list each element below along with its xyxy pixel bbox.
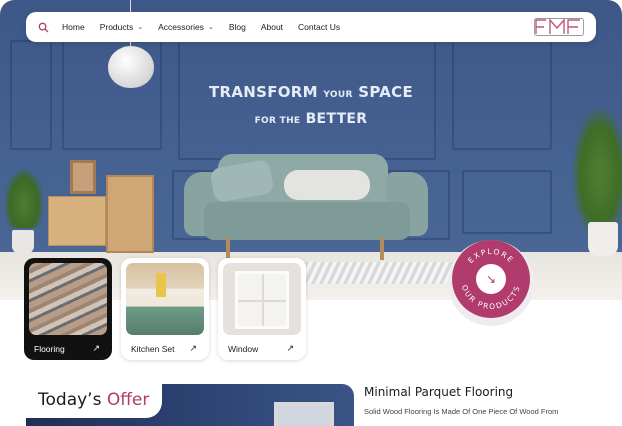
category-card-kitchen-set[interactable]: Kitchen Set ↗	[121, 258, 209, 360]
search-icon[interactable]	[36, 20, 50, 34]
category-card-flooring[interactable]: Flooring ↗	[24, 258, 112, 360]
headline-word: BETTER	[305, 111, 368, 127]
category-card-window[interactable]: Window ↗	[218, 258, 306, 360]
arrow-up-right-icon: ↗	[286, 343, 294, 353]
window-transom	[238, 300, 286, 302]
product-description: Solid Wood Flooring Is Made Of One Piece…	[364, 407, 559, 416]
nav-label: Blog	[228, 22, 246, 32]
offer-image-frame	[274, 402, 334, 426]
sofa-leg	[226, 238, 230, 260]
nav-home[interactable]: Home	[62, 22, 85, 32]
pillow-right	[284, 170, 370, 200]
category-label: Flooring	[34, 344, 65, 354]
wall-panel	[462, 170, 552, 234]
nav-label: Home	[62, 22, 85, 32]
category-label: Window	[228, 344, 259, 354]
offer-title: Today’s Offer	[38, 390, 149, 410]
arrow-down-right-icon[interactable]: ↘	[476, 264, 506, 294]
navbar: Home Products ⌄ Accessories ⌄ Blog About C…	[26, 12, 596, 42]
brand-logo[interactable]	[534, 18, 584, 36]
nav-accessories[interactable]: Accessories ⌄	[158, 22, 214, 32]
page: TRANSFORM YOUR SPACE FOR THE BETTER Home…	[0, 0, 622, 426]
window-image	[223, 263, 301, 335]
badge-text-top: EXPLORE	[466, 247, 514, 265]
sofa-seat	[204, 202, 410, 240]
svg-text:EXPLORE: EXPLORE	[466, 247, 516, 265]
hero-headline: TRANSFORM YOUR SPACE FOR THE BETTER	[0, 82, 622, 131]
offer-title-accent: Offer	[106, 390, 150, 410]
kitchen-accent	[156, 273, 166, 297]
side-cabinet	[48, 196, 106, 246]
chevron-down-icon: ⌄	[137, 24, 144, 31]
product-title: Minimal Parquet Flooring	[364, 385, 514, 399]
nav-label: Products	[99, 22, 134, 32]
nav-label: Contact Us	[298, 22, 341, 32]
plant-left	[4, 168, 44, 228]
flooring-image	[29, 263, 107, 335]
nav-label: Accessories	[158, 22, 204, 32]
headline-word: SPACE	[358, 83, 414, 101]
nav-products[interactable]: Products ⌄	[100, 22, 143, 32]
nav-about[interactable]: About	[261, 22, 283, 32]
window-frame	[235, 271, 289, 329]
picture-frame	[70, 160, 96, 194]
headline-word: TRANSFORM	[208, 83, 318, 101]
nav-contact[interactable]: Contact Us	[298, 22, 340, 32]
kitchen-image	[126, 263, 204, 335]
sofa-leg	[380, 238, 384, 260]
chevron-down-icon: ⌄	[207, 24, 214, 31]
arrow-up-right-icon: ↗	[92, 343, 100, 353]
nav-label: About	[260, 22, 284, 32]
headline-word-small: YOUR	[323, 90, 353, 100]
offer-title-main: Today’s	[38, 390, 102, 410]
category-label: Kitchen Set	[131, 344, 175, 354]
headline-word-small: FOR THE	[254, 116, 301, 126]
pot-left	[12, 230, 34, 254]
nav-blog[interactable]: Blog	[229, 22, 246, 32]
side-shelf	[106, 175, 154, 253]
arrow-up-right-icon: ↗	[189, 343, 197, 353]
pot-right	[588, 222, 618, 256]
